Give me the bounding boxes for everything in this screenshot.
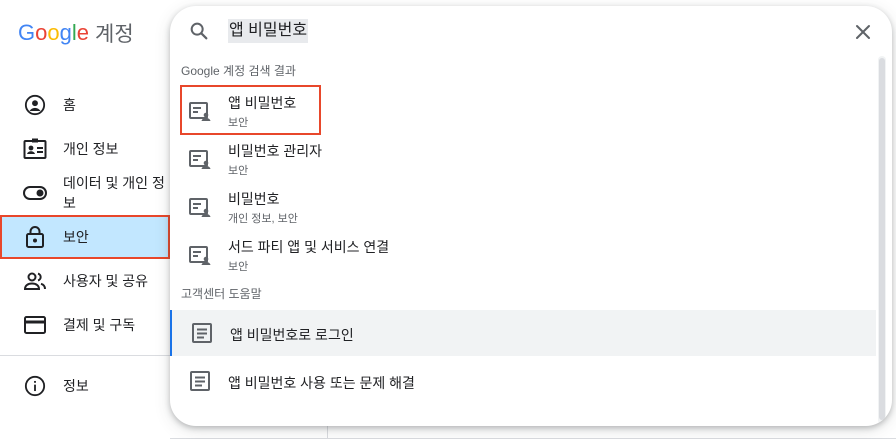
result-subtitle: 보안 (228, 261, 249, 273)
result-title: 비밀번호 관리자 (228, 143, 323, 159)
lock-icon (23, 225, 47, 249)
people-icon (23, 269, 47, 293)
highlight-box (180, 85, 321, 135)
article-icon (188, 369, 212, 393)
id-card-icon (23, 137, 47, 161)
toggle-icon (23, 181, 47, 205)
search-input[interactable]: 앱 비밀번호 (228, 19, 309, 43)
sidebar-item-people-sharing[interactable]: 사용자 및 공유 (0, 259, 170, 303)
logo-letter: e (76, 20, 90, 45)
scrollbar[interactable] (878, 56, 886, 424)
result-subtitle: 개인 정보, 보안 (228, 213, 298, 225)
google-logo: Google (18, 20, 89, 46)
search-bar[interactable]: 앱 비밀번호 (170, 6, 892, 56)
sidebar-item-label: 보안 (63, 229, 89, 245)
result-title: 서드 파티 앱 및 서비스 연결 (228, 239, 390, 255)
sidebar-item-about[interactable]: 정보 (0, 364, 170, 408)
sidebar-nav: 홈 개인 정보 데이터 및 개인 정보 보안 사용자 및 공유 결제 및 구독 (0, 83, 170, 347)
search-result-item[interactable]: 비밀번호 개인 정보, 보안 (170, 183, 876, 231)
help-result-item[interactable]: 앱 비밀번호 사용 또는 문제 해결 (170, 358, 876, 404)
home-icon (23, 93, 47, 117)
sidebar-item-label: 정보 (63, 378, 89, 394)
logo-letter: G (18, 20, 36, 45)
search-result-item[interactable]: 비밀번호 관리자 보안 (170, 135, 876, 183)
logo-letter: g (59, 20, 72, 45)
logo-letter: o (47, 20, 60, 45)
account-results-heading: Google 계정 검색 결과 (181, 64, 296, 78)
info-icon (23, 374, 47, 398)
background-divider (327, 425, 328, 439)
help-result-item[interactable]: 앱 비밀번호로 로그인 (170, 310, 876, 356)
sidebar-item-data-privacy[interactable]: 데이터 및 개인 정보 (0, 171, 170, 215)
sidebar-divider (0, 355, 170, 356)
sidebar-item-label: 사용자 및 공유 (63, 273, 149, 289)
article-icon (190, 321, 214, 345)
google-account-logo[interactable]: Google 계정 (18, 18, 134, 48)
sidebar-item-label: 홈 (63, 97, 76, 113)
logo-letter: o (35, 20, 48, 45)
result-title: 비밀번호 (228, 191, 280, 207)
help-results-heading: 고객센터 도움말 (181, 287, 262, 301)
search-result-item[interactable]: 서드 파티 앱 및 서비스 연결 보안 (170, 231, 876, 279)
help-title: 앱 비밀번호로 로그인 (230, 327, 354, 343)
sidebar-item-payments[interactable]: 결제 및 구독 (0, 303, 170, 347)
account-setting-icon (188, 148, 212, 172)
sidebar-item-label: 개인 정보 (63, 141, 119, 157)
account-setting-icon (188, 196, 212, 220)
sidebar-item-label: 데이터 및 개인 정보 (63, 175, 165, 211)
page: Google 계정 홈 개인 정보 데이터 및 개인 정보 보안 사용자 및 공… (0, 0, 896, 439)
scrollbar-thumb[interactable] (879, 58, 885, 420)
search-dropdown: 앱 비밀번호 Google 계정 검색 결과 앱 비밀번호 보안 비밀번호 관리… (170, 6, 892, 426)
result-subtitle: 보안 (228, 165, 249, 177)
credit-card-icon (23, 313, 47, 337)
help-title: 앱 비밀번호 사용 또는 문제 해결 (228, 375, 415, 391)
sidebar-item-personal-info[interactable]: 개인 정보 (0, 127, 170, 171)
search-icon[interactable] (188, 20, 210, 42)
account-setting-icon (188, 244, 212, 268)
close-icon[interactable] (851, 20, 875, 44)
sidebar-item-security[interactable]: 보안 (0, 215, 170, 259)
sidebar-info-section: 정보 (0, 364, 170, 408)
sidebar-item-home[interactable]: 홈 (0, 83, 170, 127)
product-name: 계정 (95, 23, 134, 46)
sidebar-item-label: 결제 및 구독 (63, 317, 136, 333)
